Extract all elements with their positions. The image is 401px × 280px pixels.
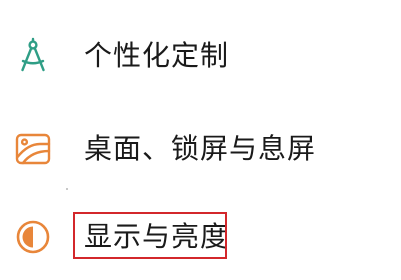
menu-item-desktop-lockscreen[interactable]: 桌面、锁屏与息屏 xyxy=(0,119,401,179)
compass-icon xyxy=(14,37,52,75)
menu-item-personalization[interactable]: 个性化定制 xyxy=(0,26,401,86)
settings-menu-list: 个性化定制 桌面、锁屏与息屏 显示与亮度 xyxy=(0,0,401,280)
brightness-icon xyxy=(14,218,52,256)
menu-item-label: 个性化定制 xyxy=(84,39,230,72)
menu-item-label: 桌面、锁屏与息屏 xyxy=(84,132,317,165)
highlight-box xyxy=(73,212,227,259)
wallpaper-icon xyxy=(14,130,52,168)
divider-dot xyxy=(66,188,68,190)
